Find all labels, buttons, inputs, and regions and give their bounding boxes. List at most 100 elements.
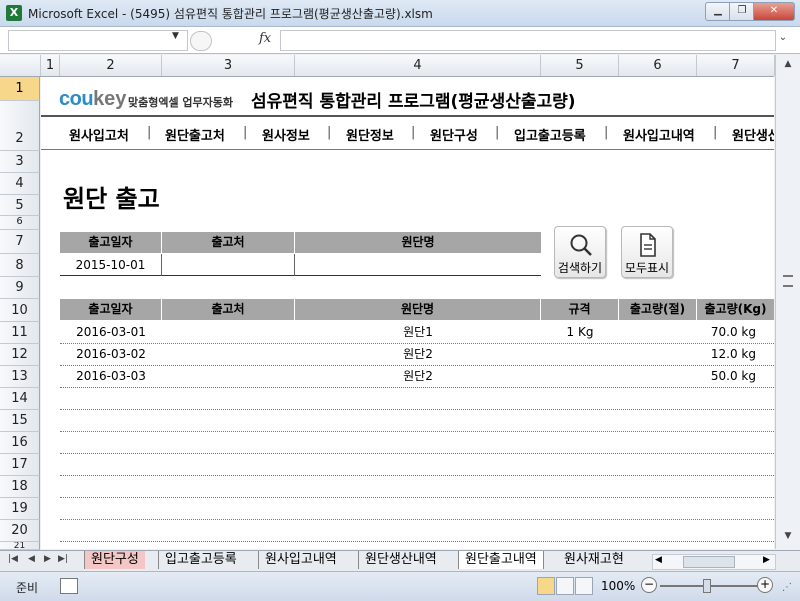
row-header[interactable]: 6 — [0, 216, 40, 230]
row-header[interactable]: 16 — [0, 432, 40, 454]
table-row[interactable] — [60, 520, 774, 542]
formula-input[interactable] — [280, 30, 776, 51]
page-layout-view-button[interactable] — [556, 577, 574, 595]
row-header[interactable]: 20 — [0, 520, 40, 542]
minimize-button[interactable]: ▁ — [705, 2, 731, 21]
formula-bar-handle[interactable] — [190, 31, 212, 51]
close-button[interactable]: ✕ — [753, 2, 795, 21]
search-button[interactable]: 검색하기 — [554, 226, 606, 278]
scroll-left-icon[interactable]: ◀ — [655, 555, 662, 565]
tab-yarn-stock[interactable]: 원사재고현 — [558, 551, 638, 569]
search-client-input[interactable] — [162, 254, 295, 276]
name-box[interactable] — [8, 30, 188, 51]
zoom-level[interactable]: 100% — [601, 579, 635, 593]
menu-fabric-info[interactable]: 원단정보 — [346, 125, 394, 144]
menu-fabric-production[interactable]: 원단생산 — [732, 125, 774, 144]
minimize-icon: ▁ — [714, 5, 722, 16]
row-header[interactable]: 10 — [0, 299, 40, 322]
column-header[interactable]: 7 — [697, 55, 775, 76]
row-header[interactable]: 1 — [0, 77, 40, 101]
tab-yarn-receipts[interactable]: 원사입고내역 — [258, 551, 343, 569]
row-header[interactable]: 19 — [0, 498, 40, 520]
excel-app-icon[interactable]: X — [6, 5, 22, 21]
table-row[interactable] — [60, 432, 774, 454]
table-row[interactable]: 2016-03-01 원단1 1 Kg 70.0 kg — [60, 322, 774, 344]
menu-yarn-info[interactable]: 원사정보 — [262, 125, 310, 144]
menu-in-out-register[interactable]: 입고출고등록 — [514, 125, 586, 144]
cell-qty-kg: 12.0 kg — [710, 347, 756, 361]
prev-sheet-icon[interactable]: ◀ — [28, 554, 35, 564]
search-fabric-input[interactable] — [295, 254, 541, 276]
table-row[interactable] — [60, 454, 774, 476]
row-header[interactable]: 9 — [0, 277, 40, 299]
expand-formula-bar-button[interactable]: ⌄ — [776, 32, 790, 48]
row-header[interactable]: 17 — [0, 454, 40, 476]
table-row[interactable]: 2016-03-02 원단2 12.0 kg — [60, 344, 774, 366]
cell-qty-rolls — [619, 344, 697, 365]
next-sheet-icon[interactable]: ▶ — [44, 554, 51, 564]
row-header[interactable]: 8 — [0, 254, 40, 277]
zoom-in-button[interactable]: + — [757, 577, 773, 593]
split-handle[interactable] — [783, 275, 793, 287]
menu-yarn-supplier[interactable]: 원사입고처 — [69, 125, 129, 144]
row-header[interactable]: 7 — [0, 230, 40, 254]
column-header[interactable]: 2 — [60, 55, 162, 76]
select-all-corner[interactable] — [0, 55, 41, 76]
column-header[interactable]: 5 — [541, 55, 619, 76]
worksheet-grid[interactable]: coukey 맞춤형엑셀 업무자동화 섬유편직 통합관리 프로그램(평균생산출고… — [41, 77, 774, 549]
scroll-thumb[interactable] — [683, 556, 735, 568]
zoom-slider-thumb[interactable] — [703, 579, 711, 593]
logo-tagline: 맞춤형엑셀 업무자동화 — [128, 96, 234, 109]
table-row[interactable] — [60, 388, 774, 410]
menu-fabric-client[interactable]: 원단출고처 — [165, 125, 225, 144]
table-row[interactable] — [60, 410, 774, 432]
menu-separator: | — [604, 125, 609, 140]
search-button-label: 검색하기 — [557, 261, 603, 275]
zoom-out-button[interactable]: − — [641, 577, 657, 593]
first-sheet-icon[interactable]: |◀ — [8, 554, 18, 564]
search-date-input[interactable]: 2015-10-01 — [60, 254, 162, 276]
row-header[interactable]: 4 — [0, 173, 40, 195]
show-all-button[interactable]: 모두표시 — [621, 226, 673, 278]
row-header[interactable]: 13 — [0, 366, 40, 388]
insert-function-button[interactable]: fx — [259, 31, 271, 46]
tab-fabric-composition[interactable]: 원단구성 — [84, 551, 145, 569]
column-header[interactable]: 6 — [619, 55, 697, 76]
scroll-up-icon[interactable]: ▲ — [781, 59, 795, 73]
row-header[interactable]: 2 — [0, 101, 40, 151]
resize-grip-icon[interactable]: ⋰ — [782, 582, 792, 593]
table-header-spec: 규격 — [541, 299, 619, 320]
last-sheet-icon[interactable]: ▶| — [58, 554, 68, 564]
vertical-scrollbar[interactable]: ▲ ▼ — [775, 55, 800, 549]
column-header[interactable]: 4 — [295, 55, 541, 76]
normal-view-button[interactable] — [537, 577, 555, 595]
row-header[interactable]: 3 — [0, 151, 40, 173]
table-row[interactable]: 2016-03-03 원단2 50.0 kg — [60, 366, 774, 388]
page-break-view-button[interactable] — [575, 577, 593, 595]
table-row[interactable] — [60, 498, 774, 520]
chevron-down-icon[interactable]: ▼ — [172, 31, 179, 41]
scroll-right-icon[interactable]: ▶ — [763, 555, 770, 565]
row-header[interactable]: 12 — [0, 344, 40, 366]
row-header[interactable]: 15 — [0, 410, 40, 432]
tab-fabric-production[interactable]: 원단생산내역 — [358, 551, 443, 569]
row-header[interactable]: 21 — [0, 542, 40, 550]
row-header[interactable]: 18 — [0, 476, 40, 498]
row-header[interactable]: 5 — [0, 195, 40, 216]
page-title: 원단 출고 — [63, 185, 160, 213]
restore-button[interactable]: ❐ — [729, 2, 755, 21]
menu-yarn-receipts[interactable]: 원사입고내역 — [623, 125, 695, 144]
scroll-down-icon[interactable]: ▼ — [781, 531, 795, 545]
tab-in-out-register[interactable]: 입고출고등록 — [158, 551, 243, 569]
row-header[interactable]: 11 — [0, 322, 40, 344]
column-header[interactable]: 3 — [162, 55, 295, 76]
window-title: Microsoft Excel - (5495) 섬유편직 통합관리 프로그램(… — [28, 7, 433, 21]
table-row[interactable] — [60, 476, 774, 498]
menu-separator: | — [713, 125, 718, 140]
column-header[interactable]: 1 — [41, 55, 60, 76]
menu-fabric-composition[interactable]: 원단구성 — [430, 125, 478, 144]
horizontal-scrollbar[interactable]: ◀ ▶ — [652, 554, 776, 570]
macro-record-icon[interactable] — [60, 578, 78, 594]
tab-fabric-shipments[interactable]: 원단출고내역 — [458, 551, 544, 569]
row-header[interactable]: 14 — [0, 388, 40, 410]
